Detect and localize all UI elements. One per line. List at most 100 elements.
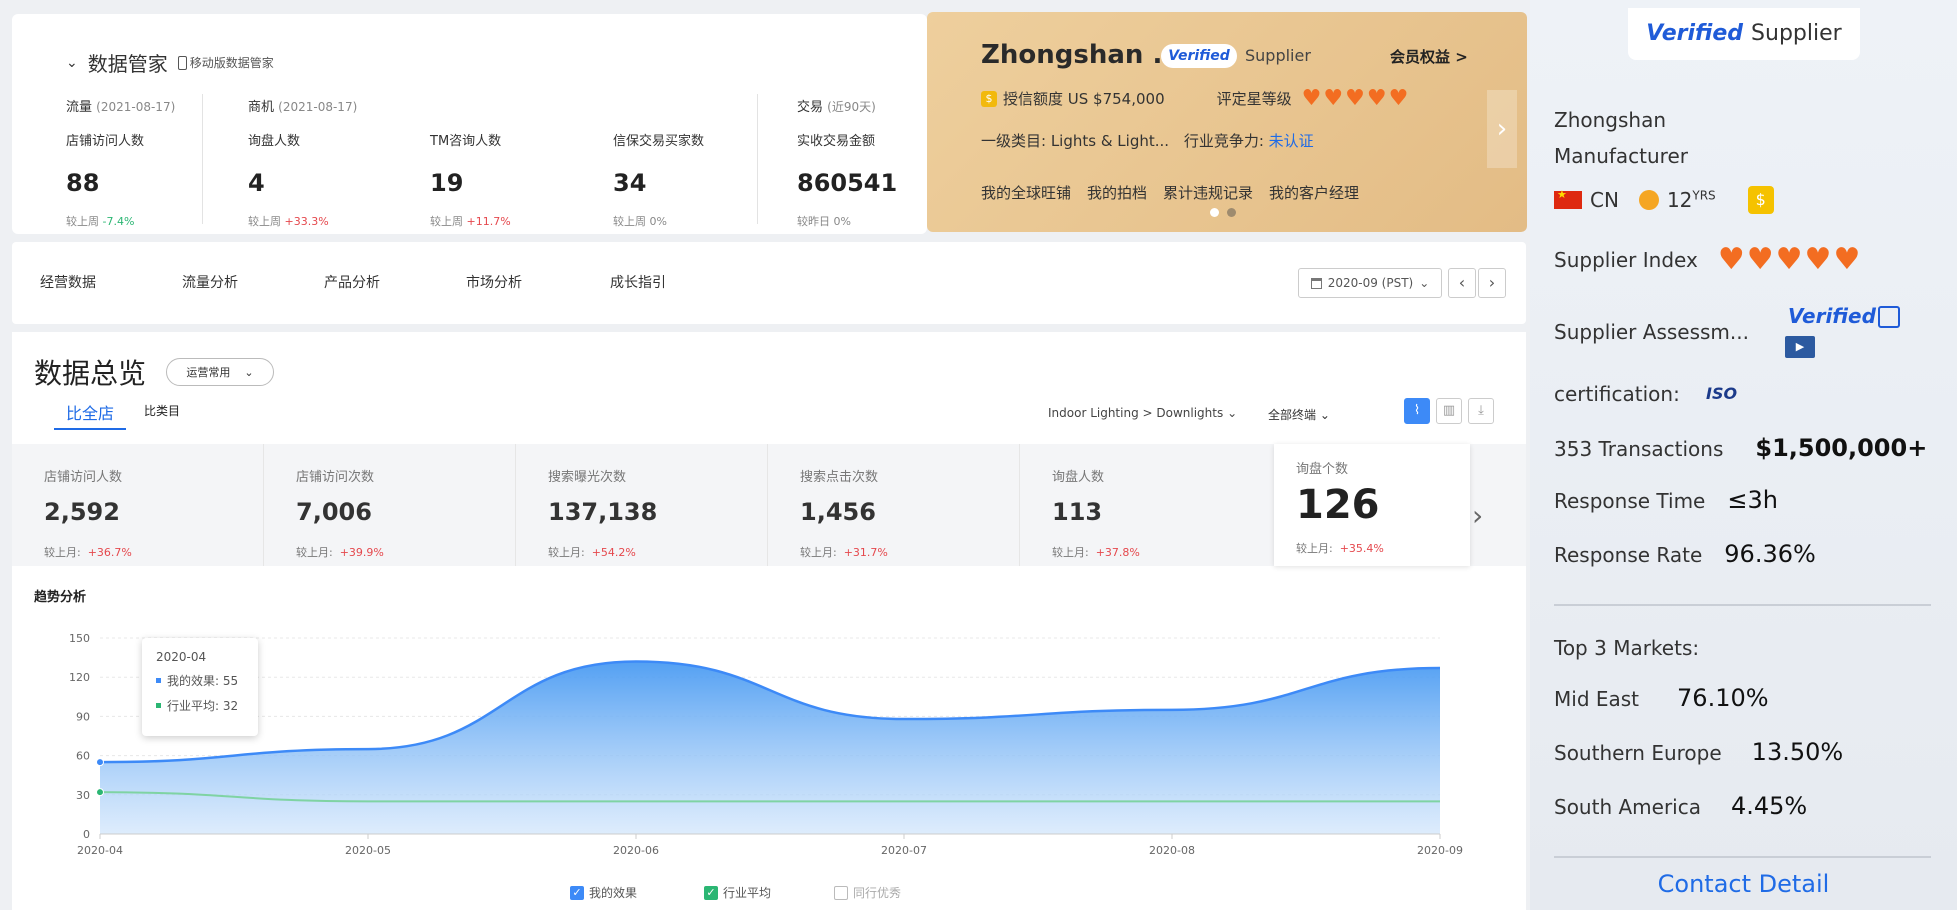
stat-compare: 较昨日 0% [797, 215, 851, 228]
metrics-row: 店铺访问人数 2,592 较上月: +36.7% 店铺访问次数 7,006 较上… [12, 444, 1526, 566]
supplier-label: Supplier [1751, 21, 1842, 46]
tab-traffic[interactable]: 流量分析 [182, 272, 238, 292]
supplier-banner: Zhongshan ... Verified Supplier 会员权益 > $… [927, 12, 1527, 232]
metric-store-visitors[interactable]: 店铺访问人数 2,592 较上月: +36.7% [12, 444, 264, 566]
tab-market[interactable]: 市场分析 [466, 272, 522, 292]
market-name: Mid East [1554, 687, 1640, 711]
stat-trade-buyers[interactable]: 信保交易买家数 34 较上周 0% [613, 130, 704, 229]
stat-trade-amount[interactable]: 实收交易金额 860541 较昨日 0% [797, 130, 897, 229]
chevron-down-icon: ⌄ [1319, 408, 1330, 422]
partner-link[interactable]: 我的拍档 [1087, 182, 1147, 203]
account-manager-link[interactable]: 我的客户经理 [1269, 182, 1359, 203]
chevron-down-icon[interactable]: ⌄ [66, 55, 78, 71]
stat-value: 19 [430, 169, 464, 197]
tab-operations[interactable]: 经营数据 [40, 272, 96, 292]
carousel-dots [1210, 208, 1236, 217]
stat-inquiry-people[interactable]: 询盘人数 4 较上周 +33.3% [248, 130, 329, 229]
verified-badge: Verified [1161, 44, 1237, 68]
tab-compare-category[interactable]: 比类目 [144, 402, 180, 419]
violation-record-link[interactable]: 累计违规记录 [1163, 182, 1253, 203]
chevron-down-icon: ⌄ [244, 365, 254, 379]
metric-value: 126 [1296, 482, 1380, 528]
response-rate-label: Response Rate [1554, 543, 1703, 567]
tab-growth[interactable]: 成长指引 [610, 272, 666, 292]
stat-value: 860541 [797, 169, 898, 197]
divider [757, 94, 758, 224]
category-filter[interactable]: Indoor Lighting > Downlights ⌄ [1048, 406, 1237, 420]
checkbox-checked-icon: ✓ [570, 885, 584, 900]
market-share: 76.10% [1677, 684, 1769, 712]
table-view-button[interactable]: ▥ [1436, 398, 1462, 424]
legend-peer-best[interactable]: 同行优秀 [834, 884, 901, 901]
metric-store-visits[interactable]: 店铺访问次数 7,006 较上月: +39.9% [264, 444, 516, 566]
terminal-filter[interactable]: 全部终端 ⌄ [1268, 406, 1330, 423]
metric-inquiry-people[interactable]: 询盘人数 113 较上月: +37.8% [1020, 444, 1284, 566]
stat-tm-consult[interactable]: TM咨询人数 19 较上周 +11.7% [430, 130, 511, 229]
coin-icon: $ [981, 90, 997, 107]
market-name: South America [1554, 795, 1701, 819]
tooltip-date: 2020-04 [156, 650, 207, 664]
competitiveness-label: 行业竞争力: [1183, 132, 1264, 150]
carousel-dot[interactable] [1210, 208, 1219, 217]
prev-month-button[interactable]: ‹ [1448, 268, 1476, 298]
metric-search-impressions[interactable]: 搜索曝光次数 137,138 较上月: +54.2% [516, 444, 768, 566]
certification-label: certification: [1554, 382, 1680, 406]
metric-search-clicks[interactable]: 搜索点击次数 1,456 较上月: +31.7% [768, 444, 1020, 566]
stat-label: 店铺访问人数 [66, 134, 145, 149]
carousel-dot[interactable] [1227, 208, 1236, 217]
trade-group-label: 交易 (近90天) [797, 96, 876, 115]
download-button[interactable]: ⤓ [1468, 398, 1494, 424]
supplier-index-hearts: ♥ ♥ ♥ ♥ ♥ [1718, 245, 1861, 275]
y-tick-label: 120 [69, 671, 90, 684]
next-month-button[interactable]: › [1478, 268, 1506, 298]
tab-compare-store[interactable]: 比全店 [54, 400, 127, 430]
line-chart-view-button[interactable]: ⌇ [1404, 398, 1430, 424]
date-selector[interactable]: 2020-09 (PST) ⌄ [1298, 268, 1442, 298]
legend-industry[interactable]: ✓ 行业平均 [704, 884, 771, 901]
stat-compare: 较上周 -7.4% [66, 215, 135, 228]
chevron-right-icon[interactable]: › [1472, 499, 1483, 532]
legend-mine[interactable]: ✓ 我的效果 [570, 884, 637, 901]
y-tick-label: 30 [76, 789, 90, 802]
metric-inquiry-count[interactable]: 询盘个数 126 较上月: +35.4% [1274, 444, 1470, 566]
x-tick-label: 2020-09 [1417, 844, 1463, 857]
response-time-label: Response Time [1554, 489, 1706, 513]
metric-compare: 较上月: +54.2% [548, 546, 636, 559]
assessment-verified-badge[interactable]: Verified [1788, 304, 1876, 328]
chevron-right-icon[interactable]: › [1487, 90, 1517, 168]
opportunity-label: 商机 [248, 100, 275, 115]
video-play-icon[interactable]: ▶ [1785, 336, 1815, 358]
y-tick-label: 60 [76, 750, 90, 763]
china-flag-icon [1554, 188, 1582, 209]
credit-limit: 授信额度 US $754,000 [1003, 90, 1165, 108]
company-name-line1[interactable]: Zhongshan [1554, 108, 1666, 132]
mobile-version-link[interactable]: 移动版数据管家 [177, 54, 274, 71]
heart-icon: ♥ [1388, 85, 1409, 111]
preset-select[interactable]: 运营常用 ⌄ [166, 358, 274, 386]
iso-badge[interactable]: ISO [1706, 384, 1737, 403]
member-benefits-link[interactable]: 会员权益 > [1390, 46, 1468, 67]
company-name[interactable]: Zhongshan ... [981, 40, 1182, 70]
data-overview: 数据总览 运营常用 ⌄ 比全店 比类目 Indoor Lighting > Do… [12, 332, 1526, 910]
tab-product[interactable]: 产品分析 [324, 272, 380, 292]
metric-value: 137,138 [548, 498, 658, 526]
mobile-version-label: 移动版数据管家 [189, 56, 274, 70]
metric-label: 询盘个数 [1296, 462, 1349, 477]
supplier-profile-panel: Verified Supplier Zhongshan Manufacturer … [1530, 0, 1957, 910]
gold-supplier-icon: $ [1747, 186, 1774, 214]
x-tick-label: 2020-05 [345, 844, 391, 857]
market-name: Southern Europe [1554, 741, 1722, 765]
transactions-row: 353 Transactions $1,500,000+ [1554, 434, 1927, 462]
overview-title: 数据总览 [34, 357, 147, 390]
stat-value: 88 [66, 169, 100, 197]
metric-value: 113 [1052, 498, 1103, 526]
data-manager-header: ⌄ 数据管家 移动版数据管家 [66, 48, 274, 77]
opportunity-group-label: 商机 (2021-08-17) [248, 96, 357, 115]
data-manager-card: ⌄ 数据管家 移动版数据管家 流量 (2021-08-17) 商机 (2021-… [12, 14, 927, 234]
competitiveness-link[interactable]: 未认证 [1269, 132, 1314, 150]
country-code: CN [1590, 188, 1619, 212]
stat-label: 实收交易金额 [797, 134, 876, 149]
stat-store-visitors[interactable]: 店铺访问人数 88 较上周 -7.4% [66, 130, 144, 229]
contact-detail-link[interactable]: Contact Detail [1530, 870, 1957, 898]
global-store-link[interactable]: 我的全球旺铺 [981, 182, 1071, 203]
